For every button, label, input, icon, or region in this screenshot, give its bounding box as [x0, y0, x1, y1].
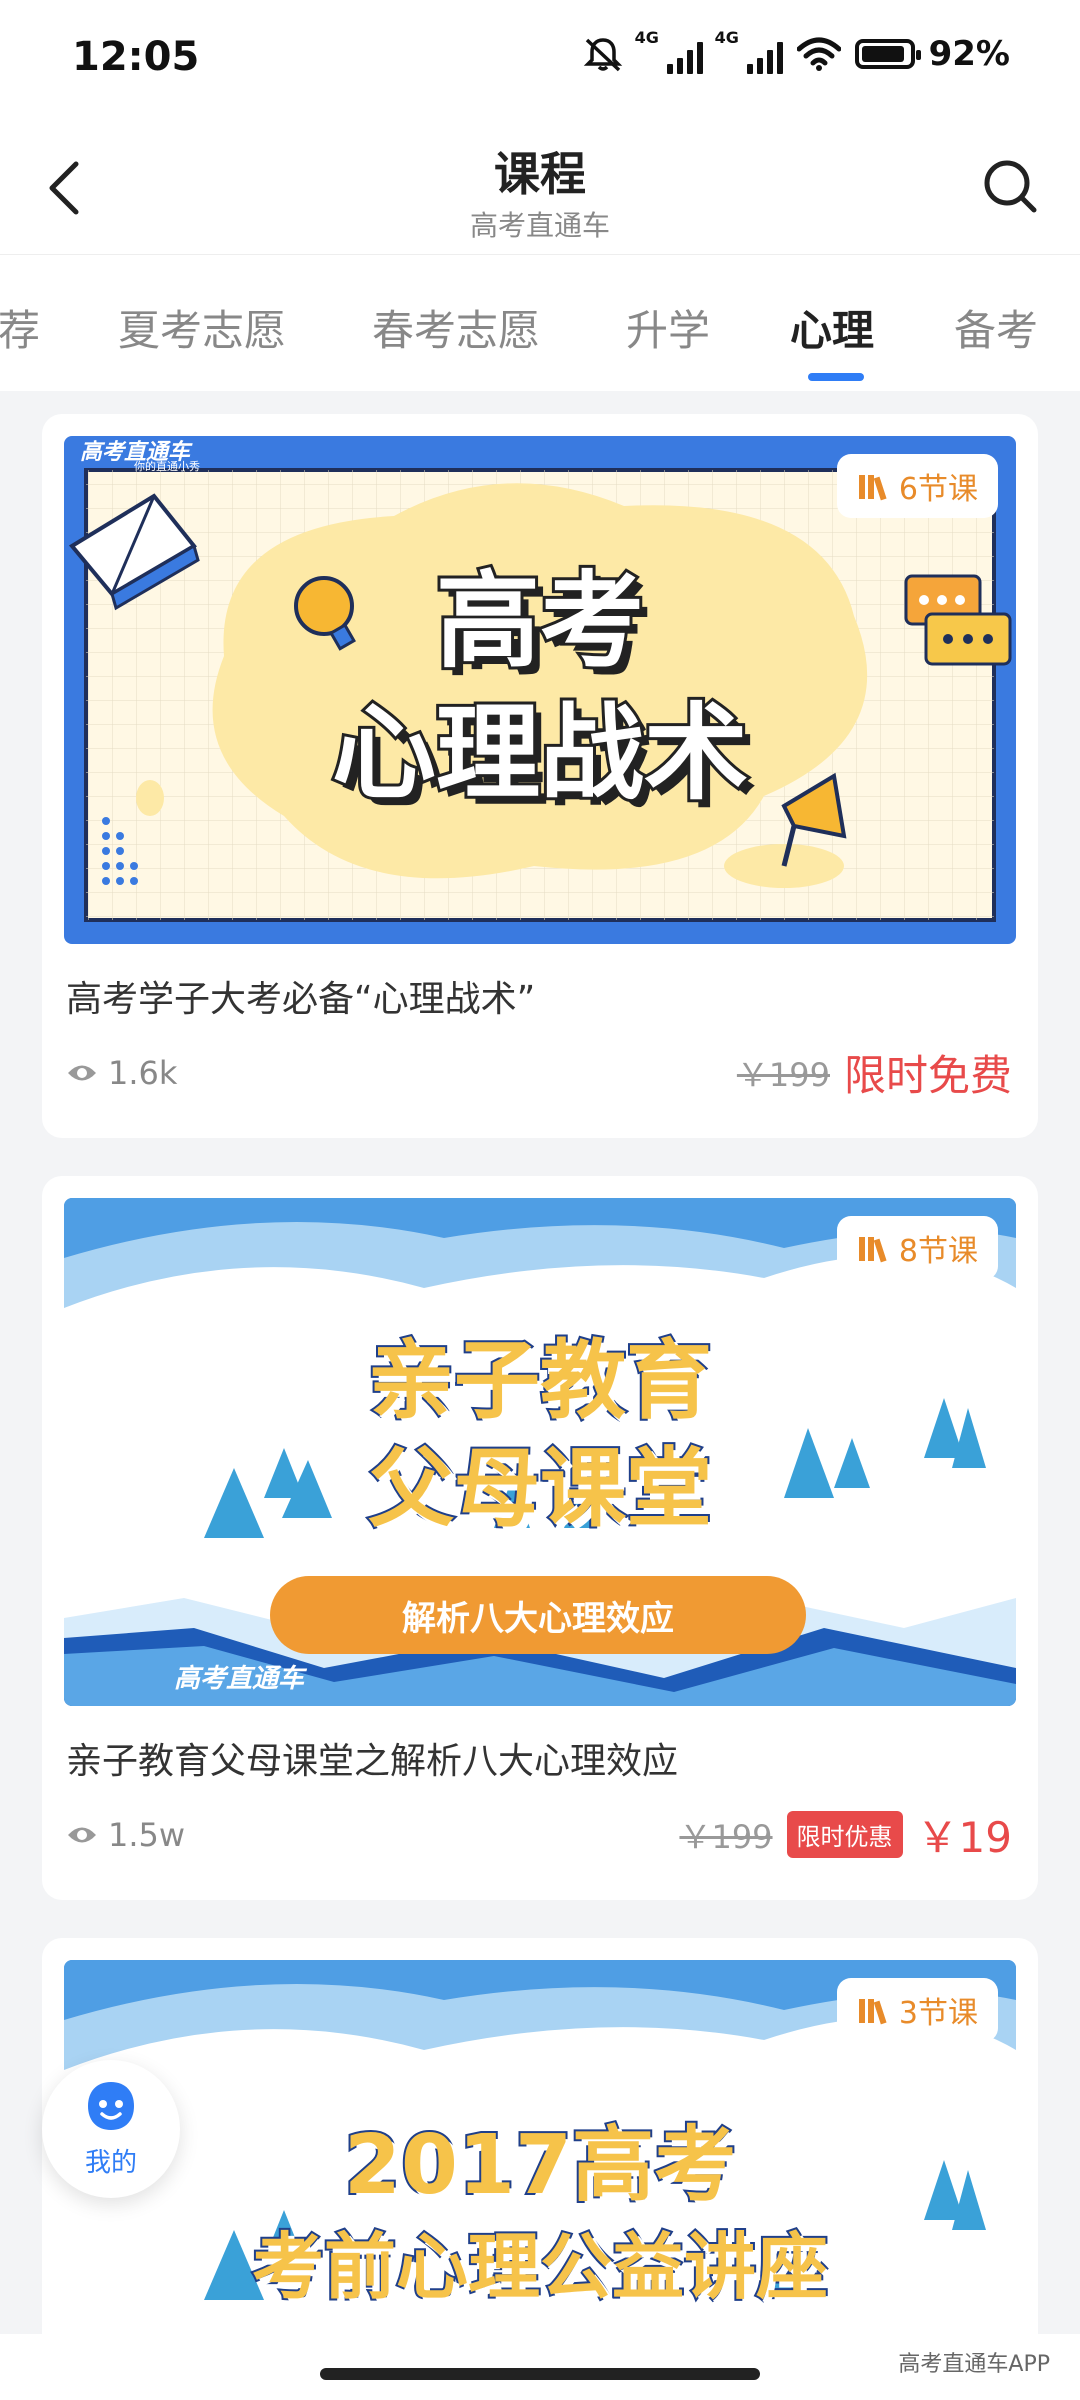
- smiley-icon: [88, 2082, 134, 2130]
- eye-icon: [68, 1065, 96, 1081]
- free-label: 限时免费: [843, 1051, 1012, 1100]
- view-count: 1.6k: [66, 1054, 177, 1092]
- status-time: 12:05: [72, 34, 200, 80]
- view-count: 1.5w: [66, 1816, 185, 1854]
- sale-price: ￥19: [916, 1813, 1012, 1862]
- banner-headline-2: 心理战术: [329, 689, 751, 817]
- banner-headline-2: 考前心理公益讲座: [250, 2223, 830, 2311]
- books-icon: [858, 1999, 887, 2025]
- tab-recommend[interactable]: 荐: [0, 297, 40, 358]
- banner-headline-1: 高考: [433, 557, 647, 685]
- course-card[interactable]: 高考直通车 你的直通小秀 高考 心理战术 6节课 高考学子大考必备“心理战术” …: [42, 414, 1038, 1138]
- original-price: ￥199: [736, 1055, 830, 1094]
- page-title: 课程: [494, 147, 586, 201]
- lesson-count: 6节课: [898, 472, 978, 507]
- network-type-2: 4G: [714, 28, 739, 47]
- battery-percent: 92%: [928, 34, 1010, 74]
- status-bar: 12:05 4G 4G 92%: [0, 0, 1080, 118]
- price-row: ￥199 限时免费: [737, 1042, 1012, 1103]
- mute-icon: [583, 38, 622, 72]
- tab-active-indicator: [808, 373, 864, 381]
- banner-pill: 解析八大心理效应: [270, 1576, 806, 1654]
- lesson-count-badge: 6节课: [836, 454, 998, 518]
- search-icon[interactable]: [980, 156, 1040, 216]
- banner-brand: 高考直通车: [174, 1664, 305, 1694]
- battery-fill: [861, 46, 904, 62]
- battery-icon: [854, 39, 921, 69]
- tab-psychology[interactable]: 心理: [790, 297, 874, 358]
- books-icon: [858, 475, 887, 501]
- banner-headline-2: 父母课堂: [366, 1437, 714, 1541]
- books-icon: [858, 1237, 887, 1263]
- wifi-icon: [796, 37, 841, 71]
- category-tabs: 荐 夏考志愿 春考志愿 升学 心理 备考: [0, 254, 1080, 391]
- app-watermark: 高考直通车APP: [898, 2352, 1050, 2377]
- eye-icon: [68, 1827, 96, 1843]
- course-banner: 2017高考 考前心理公益讲座 3节课: [64, 1960, 1016, 2358]
- lesson-count-badge: 3节课: [836, 1978, 998, 2042]
- tab-exam-prep[interactable]: 备考: [954, 297, 1038, 358]
- status-icons: 4G 4G 92%: [583, 28, 1010, 74]
- course-title: 亲子教育父母课堂之解析八大心理效应: [66, 1741, 679, 1782]
- view-count-value: 1.5w: [108, 1816, 186, 1854]
- signal-icon: 4G: [715, 28, 783, 74]
- my-label: 我的: [84, 2148, 137, 2178]
- lesson-count: 8节课: [898, 1234, 978, 1269]
- lesson-count: 3节课: [898, 1996, 978, 2031]
- signal-icon: 4G: [635, 28, 703, 74]
- course-banner: 亲子教育 父母课堂 解析八大心理效应 高考直通车 8节课: [64, 1198, 1016, 1706]
- course-card[interactable]: 2017高考 考前心理公益讲座 3节课: [42, 1938, 1038, 2358]
- my-floating-button[interactable]: 我的: [42, 2060, 180, 2198]
- course-title: 高考学子大考必备“心理战术”: [66, 979, 536, 1020]
- original-price: ￥199: [679, 1817, 773, 1856]
- view-count-value: 1.6k: [108, 1054, 178, 1092]
- home-indicator[interactable]: [320, 2368, 760, 2380]
- course-banner: 高考直通车 你的直通小秀 高考 心理战术 6节课: [64, 436, 1016, 944]
- tab-spring-volunteer[interactable]: 春考志愿: [372, 297, 540, 358]
- banner-headline-1: 2017高考: [342, 2116, 738, 2215]
- tab-further-study[interactable]: 升学: [626, 297, 710, 358]
- network-type-1: 4G: [634, 28, 659, 47]
- lesson-count-badge: 8节课: [836, 1216, 998, 1280]
- course-card[interactable]: 亲子教育 父母课堂 解析八大心理效应 高考直通车 8节课 亲子教育父母课堂之解析…: [42, 1176, 1038, 1900]
- banner-brand-sub: 你的直通小秀: [134, 460, 200, 473]
- tab-summer-volunteer[interactable]: 夏考志愿: [118, 297, 286, 358]
- page-subtitle: 高考直通车: [469, 209, 610, 242]
- price-row: ￥199 限时优惠 ￥19: [679, 1804, 1012, 1865]
- app-header: 课程 高考直通车: [0, 118, 1080, 254]
- promo-tag: 限时优惠: [786, 1811, 903, 1858]
- banner-headline-1: 亲子教育: [366, 1329, 714, 1433]
